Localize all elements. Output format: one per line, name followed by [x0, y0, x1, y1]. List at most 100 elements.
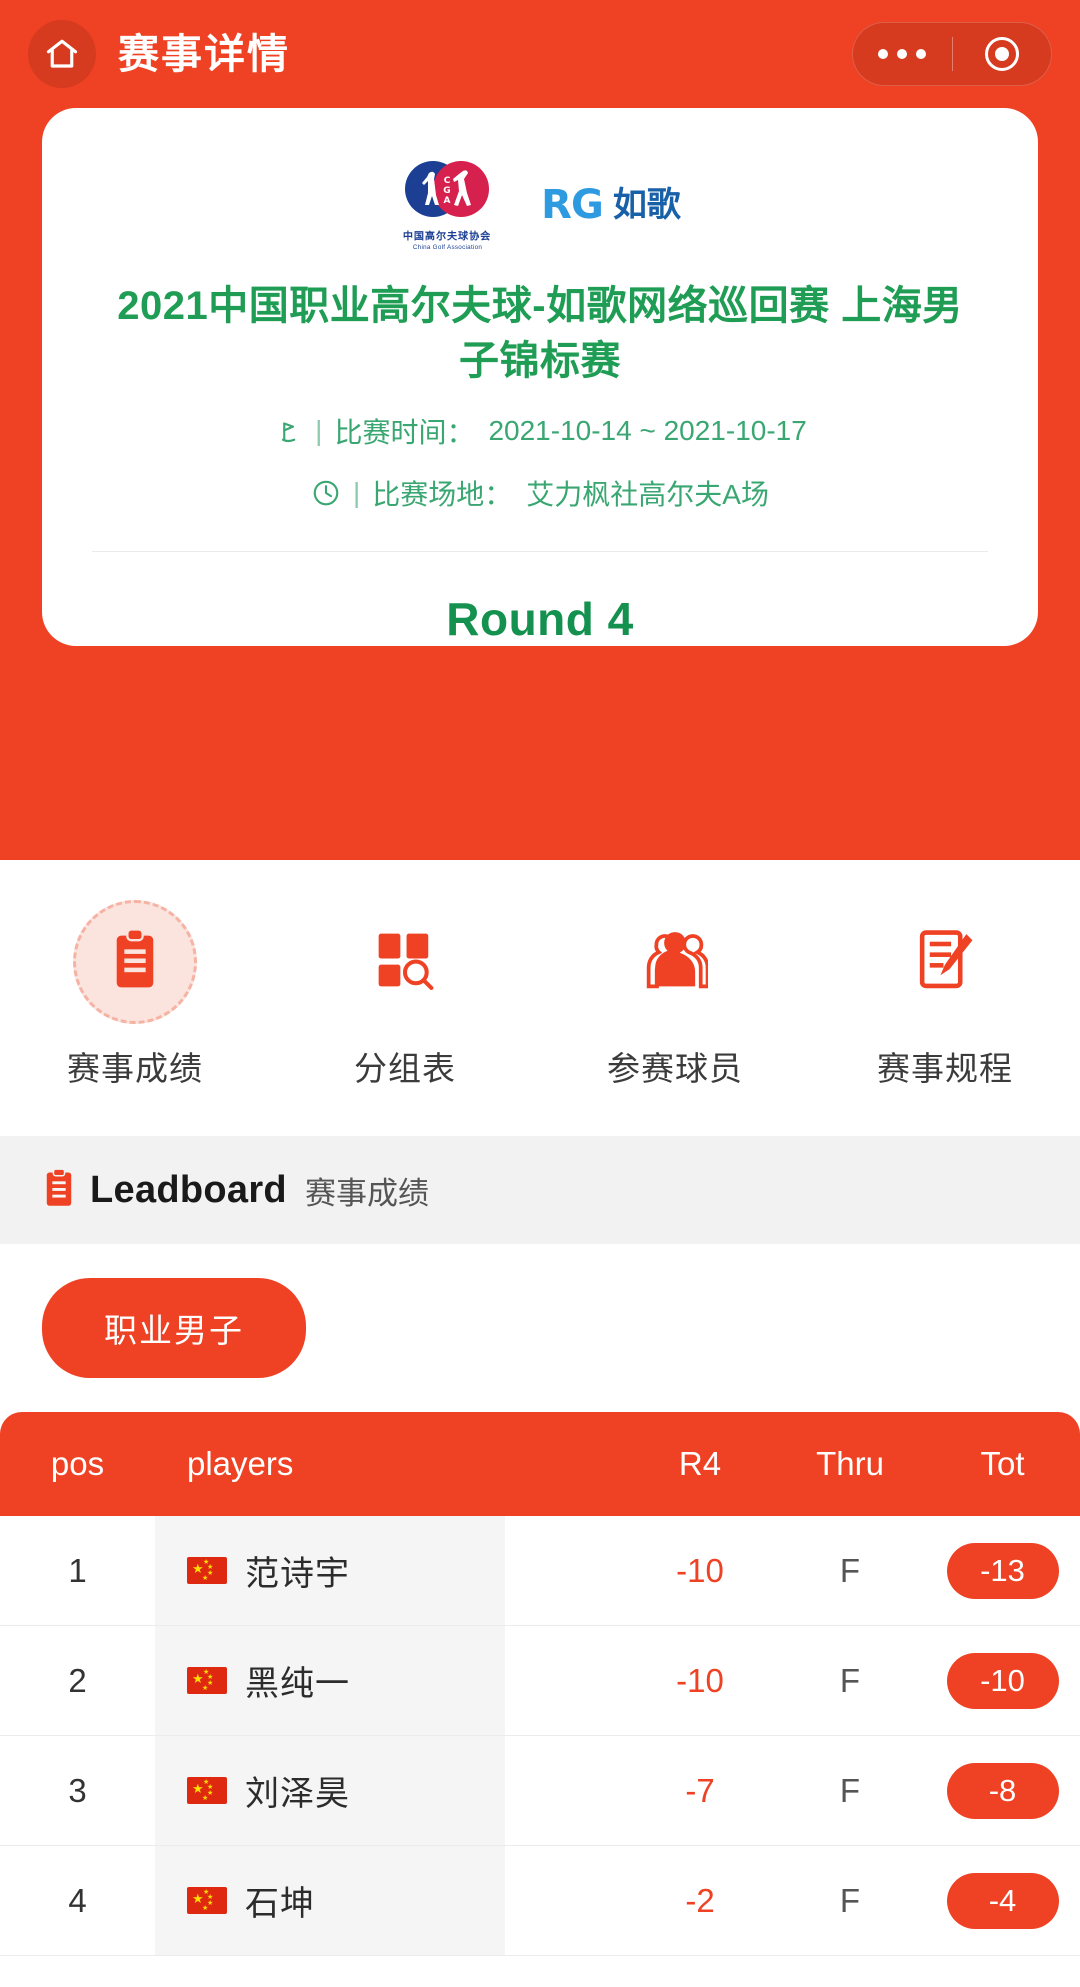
meta-separator: | — [353, 477, 360, 509]
nav-item-results[interactable]: 赛事成绩 — [0, 900, 270, 1090]
close-miniprogram-button[interactable] — [953, 23, 1052, 85]
player-name: 刘泽昊 — [245, 1766, 350, 1815]
cell-pos: 1 — [0, 1552, 155, 1590]
nav-icon-box-players — [613, 900, 737, 1024]
app-header: 赛事详情 — [0, 0, 1080, 108]
total-score-badge: -10 — [947, 1653, 1059, 1709]
svg-text:A: A — [444, 196, 451, 206]
cell-thru: F — [775, 1552, 925, 1590]
player-name: 石坤 — [245, 1876, 315, 1925]
card-divider — [92, 551, 988, 552]
meta-separator: | — [315, 415, 322, 447]
cell-pos: 3 — [0, 1772, 155, 1810]
cell-r4: -7 — [625, 1772, 775, 1810]
more-menu-button[interactable] — [853, 23, 952, 85]
miniprogram-capsule — [852, 22, 1052, 86]
rg-name-cn: 如歌 — [613, 188, 681, 222]
leadboard-title-cn: 赛事成绩 — [305, 1168, 429, 1213]
rg-logo: RG 如歌 — [541, 185, 681, 225]
cell-tot: -10 — [925, 1653, 1080, 1709]
flag-golf-icon — [273, 416, 303, 446]
document-pen-icon — [915, 928, 975, 997]
player-name: 范诗宇 — [245, 1546, 350, 1595]
clock-icon — [311, 478, 341, 508]
table-row[interactable]: 2 ★★★★★ 黑纯一 -10 F -10 — [0, 1626, 1080, 1736]
column-header-thru: Thru — [775, 1445, 925, 1483]
cell-pos: 4 — [0, 1882, 155, 1920]
round-label: Round 4 — [446, 592, 633, 646]
event-date-row: | 比赛时间： 2021-10-14 ~ 2021-10-17 — [273, 411, 807, 451]
player-name: 黑纯一 — [245, 1656, 350, 1705]
home-icon — [44, 36, 80, 72]
cell-tot: -13 — [925, 1543, 1080, 1599]
clipboard-icon — [42, 1168, 76, 1213]
total-score-badge: -13 — [947, 1543, 1059, 1599]
total-score-badge: -8 — [947, 1763, 1059, 1819]
cell-player: ★★★★★ 范诗宇 — [155, 1546, 505, 1595]
nav-label-rules: 赛事规程 — [877, 1042, 1013, 1090]
event-venue-row: | 比赛场地： 艾力枫社高尔夫A场 — [311, 473, 769, 513]
event-date-label: 比赛时间： — [334, 411, 474, 451]
cell-r4: -10 — [625, 1552, 775, 1590]
cell-player: ★★★★★ 刘泽昊 — [155, 1766, 505, 1815]
target-circle-icon — [985, 37, 1019, 71]
nav-icon-box-groups — [343, 900, 467, 1024]
rg-wordmark: RG — [541, 185, 603, 225]
svg-text:C: C — [444, 176, 451, 186]
event-card: C G A 中国高尔夫球协会 China Golf Association RG… — [42, 108, 1038, 646]
quick-nav: 赛事成绩 分组表 — [0, 860, 1080, 1136]
cn-flag-icon: ★★★★★ — [187, 1667, 227, 1694]
leadboard-title-en: Leadboard — [90, 1169, 287, 1212]
hero-section: C G A 中国高尔夫球协会 China Golf Association RG… — [0, 108, 1080, 860]
cell-tot: -4 — [925, 1873, 1080, 1929]
cn-flag-icon: ★★★★★ — [187, 1887, 227, 1914]
cga-name-en: China Golf Association — [413, 245, 482, 251]
category-chip-pro-men[interactable]: 职业男子 — [42, 1278, 306, 1378]
cell-tot: -8 — [925, 1763, 1080, 1819]
nav-item-players[interactable]: 参赛球员 — [540, 900, 810, 1090]
table-header-row: pos players R4 Thru Tot — [0, 1412, 1080, 1516]
cell-thru: F — [775, 1662, 925, 1700]
column-header-players: players — [155, 1445, 505, 1483]
svg-text:G: G — [443, 186, 450, 196]
grid-search-icon — [374, 929, 436, 996]
total-score-badge: -4 — [947, 1873, 1059, 1929]
leadboard-header: Leadboard 赛事成绩 — [0, 1136, 1080, 1244]
cell-thru: F — [775, 1772, 925, 1810]
event-date-value: 2021-10-14 ~ 2021-10-17 — [488, 415, 806, 447]
players-icon — [642, 929, 708, 996]
leaderboard-table: pos players R4 Thru Tot 1 ★★★★★ 范诗宇 -10 … — [0, 1412, 1080, 1956]
nav-label-groups: 分组表 — [354, 1042, 456, 1090]
event-venue-label: 比赛场地： — [372, 473, 512, 513]
event-venue-value: 艾力枫社高尔夫A场 — [526, 473, 769, 513]
cell-r4: -2 — [625, 1882, 775, 1920]
cell-r4: -10 — [625, 1662, 775, 1700]
cga-name-cn: 中国高尔夫球协会 — [403, 229, 491, 244]
nav-item-groups[interactable]: 分组表 — [270, 900, 540, 1090]
event-title: 2021中国职业高尔夫球-如歌网络巡回赛 上海男子锦标赛 — [100, 279, 980, 389]
page-title: 赛事详情 — [118, 34, 290, 75]
more-dots-icon — [878, 49, 926, 59]
clipboard-icon — [106, 928, 164, 997]
cell-player: ★★★★★ 石坤 — [155, 1876, 505, 1925]
nav-icon-box-rules — [883, 900, 1007, 1024]
column-header-pos: pos — [0, 1445, 155, 1483]
column-header-r4: R4 — [625, 1445, 775, 1483]
nav-label-players: 参赛球员 — [607, 1042, 743, 1090]
table-row[interactable]: 1 ★★★★★ 范诗宇 -10 F -13 — [0, 1516, 1080, 1626]
category-filter-row: 职业男子 — [0, 1244, 1080, 1412]
cga-logo-icon: C G A — [399, 159, 495, 226]
cn-flag-icon: ★★★★★ — [187, 1777, 227, 1804]
home-button[interactable] — [28, 20, 96, 88]
nav-icon-box-results — [73, 900, 197, 1024]
nav-label-results: 赛事成绩 — [67, 1042, 203, 1090]
nav-item-rules[interactable]: 赛事规程 — [810, 900, 1080, 1090]
table-row[interactable]: 4 ★★★★★ 石坤 -2 F -4 — [0, 1846, 1080, 1956]
cell-player: ★★★★★ 黑纯一 — [155, 1656, 505, 1705]
sponsor-logos: C G A 中国高尔夫球协会 China Golf Association RG… — [399, 158, 681, 253]
table-row[interactable]: 3 ★★★★★ 刘泽昊 -7 F -8 — [0, 1736, 1080, 1846]
cn-flag-icon: ★★★★★ — [187, 1557, 227, 1584]
cell-thru: F — [775, 1882, 925, 1920]
cell-pos: 2 — [0, 1662, 155, 1700]
cga-logo: C G A 中国高尔夫球协会 China Golf Association — [399, 159, 495, 251]
